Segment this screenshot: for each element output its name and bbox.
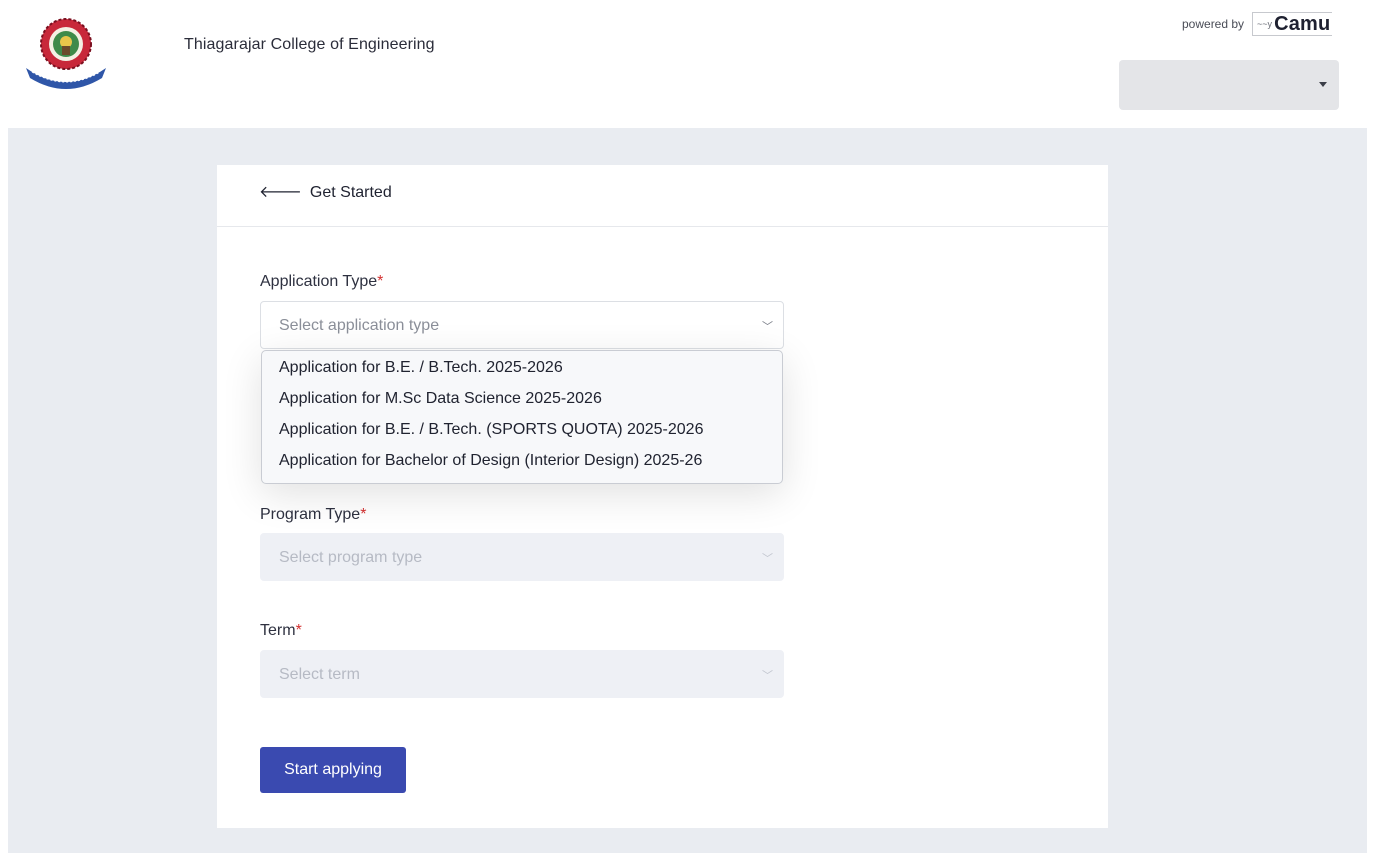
chevron-down-icon: ﹀ [762, 670, 773, 682]
application-type-label: Application Type* [260, 273, 383, 291]
powered-by-text: powered by [1182, 17, 1245, 31]
term-select[interactable]: Select term ﹀ [260, 650, 784, 698]
camu-wordmark: Camu [1274, 12, 1331, 35]
program-type-label-text: Program Type [260, 506, 361, 523]
powered-by-badge: powered by ~~y Camu [1182, 12, 1333, 36]
term-placeholder: Select term [279, 666, 360, 683]
required-marker: * [295, 622, 302, 639]
chevron-down-icon: ﹀ [762, 553, 773, 565]
program-type-label: Program Type* [260, 506, 366, 524]
card-header: 🡐 Get Started [217, 165, 1108, 227]
start-applying-button[interactable]: Start applying [260, 747, 406, 793]
caret-down-icon [1319, 82, 1327, 87]
college-logo-icon [26, 18, 106, 89]
back-label: Get Started [309, 184, 392, 201]
application-type-placeholder: Select application type [279, 317, 440, 334]
program-type-placeholder: Select program type [279, 549, 423, 566]
application-type-option[interactable]: Application for Bachelor of Design (Inte… [262, 449, 782, 480]
camu-logo: ~~y Camu [1252, 12, 1333, 36]
application-type-option[interactable]: Application for B.E. / B.Tech. (SPORTS Q… [262, 418, 782, 449]
application-type-select[interactable]: Select application type ﹀ [260, 301, 784, 349]
term-label: Term* [260, 622, 302, 640]
application-type-option[interactable]: Application for M.Sc Data Science 2025-2… [262, 387, 782, 418]
application-type-options-list: Application for B.E. / B.Tech. 2025-2026… [261, 350, 783, 484]
term-label-text: Term [260, 622, 296, 639]
chevron-down-icon: ﹀ [762, 321, 773, 333]
required-marker: * [360, 506, 367, 523]
arrow-left-icon: 🡐 [259, 184, 302, 201]
college-name: Thiagarajar College of Engineering [184, 36, 435, 53]
camu-mark-icon: ~~y [1257, 19, 1273, 29]
application-type-option[interactable]: Application for B.E. / B.Tech. 2025-2026 [262, 356, 782, 387]
application-type-label-text: Application Type [260, 273, 378, 290]
program-type-select[interactable]: Select program type ﹀ [260, 533, 784, 581]
user-menu-dropdown[interactable] [1119, 60, 1339, 110]
back-button[interactable]: 🡐 Get Started [259, 183, 392, 203]
required-marker: * [377, 273, 384, 290]
application-card: 🡐 Get Started Application Type* Select a… [217, 165, 1108, 828]
top-bar: Thiagarajar College of Engineering power… [0, 0, 1373, 128]
